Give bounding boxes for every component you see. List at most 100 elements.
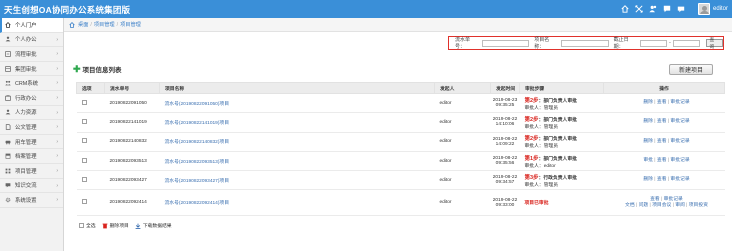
project-name-link[interactable]: 流水号(20190822092414)项目 (159, 189, 435, 217)
flow-number-input[interactable] (481, 39, 530, 47)
table-row: 20190822092414 流水号(20190822092414)项目 edi… (76, 189, 725, 217)
sidebar-item-document-mgmt[interactable]: 公文管理 › (0, 120, 63, 135)
select-all-label[interactable]: 全选 (86, 222, 96, 229)
project-name-link[interactable]: 流水号(20190822091050)项目 (159, 93, 435, 114)
approval-record-link[interactable]: 审批记录 (670, 177, 689, 182)
view-link[interactable]: 查看 (657, 100, 667, 105)
project-name-link[interactable]: 流水号(20190822093427)项目 (159, 170, 435, 191)
breadcrumb-item-current[interactable]: 项目管理 (120, 21, 141, 28)
delete-project-button[interactable]: 删除项目 (110, 222, 129, 229)
header-flow-number: 流水单号 (104, 82, 160, 94)
flow-number-cell: 20190822092414 (104, 189, 160, 217)
message-icon[interactable] (674, 3, 687, 15)
deadline-end-input[interactable] (672, 39, 700, 47)
row-checkbox[interactable] (81, 99, 87, 105)
avatar[interactable] (697, 3, 710, 15)
sidebar-item-portal[interactable]: 个人门户 (0, 18, 63, 33)
chevron-right-icon: › (56, 153, 58, 160)
chat-icon[interactable] (660, 3, 673, 15)
sidebar-item-flow-approval[interactable]: 流程审批 › (0, 47, 63, 62)
row-checkbox[interactable] (81, 118, 87, 124)
people-icon[interactable] (646, 3, 659, 15)
search-button[interactable]: 查询 (705, 38, 724, 50)
approval-record-link[interactable]: 审批记录 (670, 100, 689, 105)
sidebar-item-car-mgmt[interactable]: 用车管理 › (0, 135, 63, 150)
sidebar-item-label: 个人办公 (15, 37, 37, 44)
actions-cell: 查看 | 审批记录 文档 | 问题 | 项目会议 | 审阅 | 项目投资 (603, 189, 725, 217)
person-icon (5, 36, 11, 42)
sidebar-item-label: 知识交流 (15, 183, 37, 190)
project-investment-link[interactable]: 项目投资 (689, 203, 708, 208)
approval-record-link[interactable]: 审批记录 (670, 158, 689, 163)
project-name-link[interactable]: 流水号(20190822141019)项目 (159, 112, 435, 133)
new-project-button[interactable]: 新建项目 (669, 64, 713, 75)
sidebar-item-admin-office[interactable]: 行政办公 › (0, 91, 63, 106)
owner-cell: editor (434, 132, 491, 152)
select-all-checkbox[interactable] (79, 223, 84, 228)
breadcrumb-separator: / (90, 21, 92, 28)
sidebar-item-label: 人力资源 (15, 110, 37, 117)
view-link[interactable]: 查看 (657, 177, 667, 182)
header-approval-step: 审批步骤 (519, 82, 604, 94)
plus-icon: ✚ (73, 63, 81, 74)
breadcrumb-item-project-mgmt[interactable]: 项目管理 (94, 21, 115, 28)
row-checkbox[interactable] (81, 199, 87, 205)
user-menu[interactable]: editor (697, 2, 728, 16)
approve-link[interactable]: 审批 (643, 158, 653, 163)
project-meeting-link[interactable]: 项目会议 (652, 203, 671, 208)
approval-record-link[interactable]: 审批记录 (670, 139, 689, 144)
sidebar-item-hr[interactable]: 人力资源 › (0, 106, 63, 121)
sidebar-item-group-approval[interactable]: 集团审批 › (0, 62, 63, 77)
status-approved: 项目已审批 (524, 201, 549, 207)
view-link[interactable]: 查看 (657, 119, 667, 124)
delete-link[interactable]: 删除 (643, 139, 653, 144)
approval-record-link[interactable]: 审批记录 (664, 197, 683, 202)
deadline-start-input[interactable] (640, 39, 668, 47)
username[interactable]: editor (713, 6, 728, 12)
home-icon[interactable] (618, 3, 631, 15)
sidebar-item-personal-office[interactable]: 个人办公 › (0, 33, 63, 48)
row-checkbox[interactable] (81, 157, 87, 163)
table-row: 20190822141019 流水号(20190822141019)项目 edi… (76, 112, 725, 133)
crm-icon (5, 81, 11, 86)
delete-link[interactable]: 删除 (643, 177, 653, 182)
view-link[interactable]: 查看 (657, 139, 667, 144)
sidebar-item-knowledge[interactable]: 知识交流 › (0, 179, 63, 194)
chevron-right-icon: › (56, 80, 58, 87)
delete-icon (102, 223, 108, 228)
sidebar-item-project-mgmt[interactable]: 项目管理 › (0, 164, 63, 179)
section-title: ✚ 项目信息列表 (73, 64, 122, 74)
download-icon (135, 223, 141, 229)
step-approver: 审批人：管理员 (524, 124, 559, 130)
flow-number-cell: 20190822141019 (104, 112, 160, 133)
chevron-right-icon: › (56, 51, 58, 58)
start-time-cell: 2019-08-22 09:34:57 (490, 170, 520, 191)
approval-record-link[interactable]: 审批记录 (670, 119, 689, 124)
project-name-input[interactable] (561, 39, 609, 47)
delete-link[interactable]: 删除 (643, 100, 653, 105)
download-results-button[interactable]: 下载数据结果 (143, 222, 172, 229)
sidebar-item-label: 用车管理 (15, 139, 37, 146)
view-link[interactable]: 查看 (657, 158, 667, 163)
project-name-link[interactable]: 流水号(20190822140832)项目 (159, 132, 435, 152)
doc-icon (5, 124, 11, 130)
approval-step-cell: 第2步：部门负责人审批 审批人：管理员 (519, 132, 604, 152)
project-name-link[interactable]: 流水号(20190822093513)项目 (159, 151, 435, 172)
issues-link[interactable]: 问题 (639, 203, 649, 208)
row-checkbox[interactable] (81, 176, 87, 182)
delete-link[interactable]: 删除 (643, 119, 653, 124)
sidebar-item-system-settings[interactable]: 系统设置 › (0, 193, 63, 208)
expand-icon[interactable] (632, 3, 645, 15)
review-link[interactable]: 审阅 (675, 203, 685, 208)
row-checkbox[interactable] (81, 138, 87, 144)
sidebar-item-archive-mgmt[interactable]: 档案管理 › (0, 149, 63, 164)
sidebar-item-label: CRM系统 (15, 81, 39, 88)
step-description: ：部门负责人审批 (538, 98, 577, 104)
breadcrumb-item-home[interactable]: 桌面 (78, 21, 88, 28)
project-icon (5, 168, 11, 174)
documents-link[interactable]: 文档 (625, 203, 635, 208)
top-icon-bar (617, 3, 687, 15)
step-number: 第2步 (524, 97, 539, 104)
sidebar-item-crm[interactable]: CRM系统 › (0, 76, 63, 91)
view-link[interactable]: 查看 (650, 197, 660, 202)
